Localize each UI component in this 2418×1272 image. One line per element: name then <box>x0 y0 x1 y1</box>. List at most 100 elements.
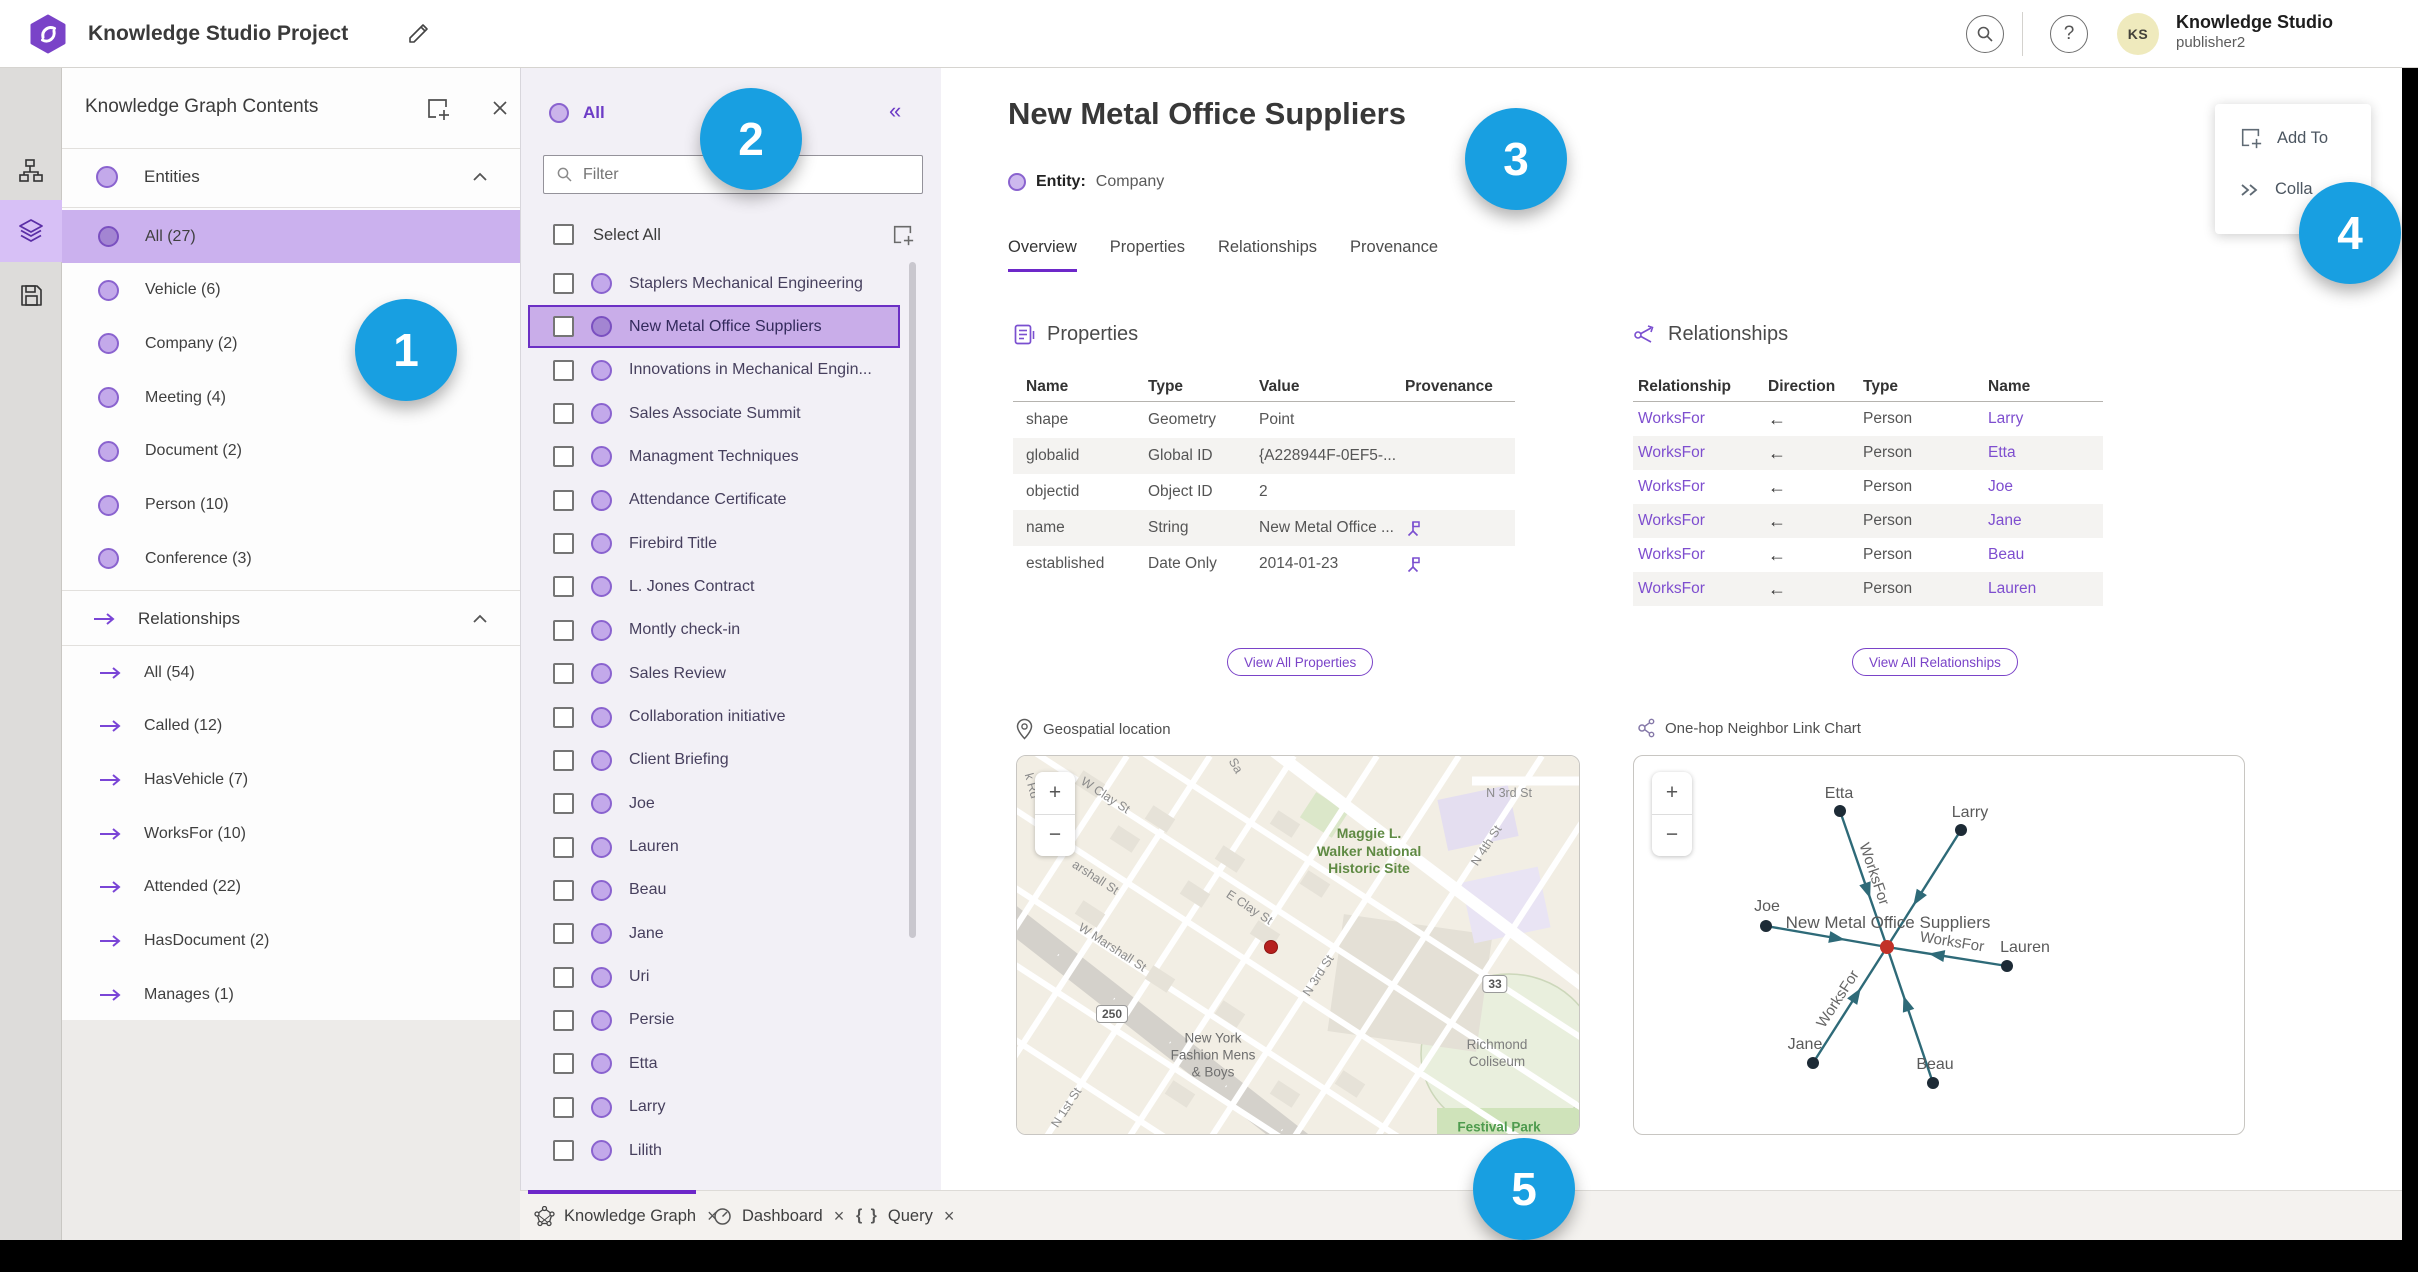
entity-list-item[interactable]: Collaboration initiative <box>521 696 942 739</box>
entity-list-item[interactable]: Staplers Mechanical Engineering <box>521 262 942 305</box>
relationships-item[interactable]: Manages (1) <box>62 968 520 1021</box>
entity-list-item[interactable]: Sales Review <box>521 652 942 695</box>
detail-tab-properties[interactable]: Properties <box>1110 238 1185 272</box>
collapse-panel-icon[interactable]: « <box>889 98 901 124</box>
item-checkbox[interactable] <box>553 489 574 511</box>
relationship-link[interactable]: WorksFor <box>1638 580 1768 598</box>
relationships-item[interactable]: All (54) <box>62 646 520 699</box>
entity-list-item[interactable]: Jane <box>521 912 942 955</box>
zoom-in-button[interactable]: + <box>1035 772 1075 815</box>
item-checkbox[interactable] <box>553 1009 574 1031</box>
relationships-item[interactable]: HasDocument (2) <box>62 915 520 968</box>
entity-list-item[interactable]: Beau <box>521 869 942 912</box>
entity-list-item[interactable]: Managment Techniques <box>521 435 942 478</box>
name-link[interactable]: Lauren <box>1988 580 2108 598</box>
item-checkbox[interactable] <box>553 879 574 901</box>
item-checkbox[interactable] <box>553 403 574 425</box>
relationship-link[interactable]: WorksFor <box>1638 444 1768 462</box>
close-tab-icon[interactable]: × <box>944 1206 955 1227</box>
item-checkbox[interactable] <box>553 663 574 685</box>
relationships-item[interactable]: WorksFor (10) <box>62 807 520 860</box>
close-tab-icon[interactable]: × <box>834 1206 845 1227</box>
bottom-tab-dashboard[interactable]: Dashboard × <box>712 1203 844 1229</box>
item-checkbox[interactable] <box>553 359 574 381</box>
view-all-properties-button[interactable]: View All Properties <box>1227 648 1374 676</box>
chart-zoom-control[interactable]: + − <box>1652 772 1692 856</box>
entity-list-item[interactable]: Persie <box>521 999 942 1042</box>
entities-item[interactable]: Meeting (4) <box>62 371 520 424</box>
collapse-chevron-icon[interactable] <box>472 614 488 624</box>
detail-tab-overview[interactable]: Overview <box>1008 238 1077 272</box>
name-link[interactable]: Etta <box>1988 444 2108 462</box>
detail-tab-provenance[interactable]: Provenance <box>1350 238 1438 272</box>
contents-rail-button-active[interactable] <box>0 200 62 262</box>
name-link[interactable]: Jane <box>1988 512 2108 530</box>
view-all-relationships-button[interactable]: View All Relationships <box>1852 648 2018 676</box>
item-checkbox[interactable] <box>553 576 574 598</box>
relationships-section-header[interactable]: Relationships <box>62 591 520 647</box>
close-panel-icon[interactable] <box>490 98 510 118</box>
entity-list-item[interactable]: Innovations in Mechanical Engin... <box>521 349 942 392</box>
item-checkbox[interactable] <box>553 706 574 728</box>
select-all-checkbox[interactable] <box>553 224 574 245</box>
entity-list-item[interactable]: New Metal Office Suppliers <box>528 305 900 349</box>
entity-list-item[interactable]: Firebird Title <box>521 522 942 565</box>
link-chart-node-label[interactable]: Joe <box>1754 898 1780 916</box>
item-checkbox[interactable] <box>553 273 574 294</box>
relationship-link[interactable]: WorksFor <box>1638 478 1768 496</box>
data-model-rail-button[interactable] <box>0 140 62 202</box>
add-to-new-icon[interactable] <box>425 96 451 122</box>
list-scrollbar[interactable] <box>909 262 916 938</box>
search-button[interactable] <box>1966 15 2004 53</box>
entity-list-item[interactable]: Montly check-in <box>521 609 942 652</box>
entities-item[interactable]: Vehicle (6) <box>62 264 520 317</box>
geospatial-map[interactable]: + − k Rd W Clay St Sa arshall St W Marshall … <box>1016 755 1580 1135</box>
collapse-chevron-icon[interactable] <box>472 172 488 182</box>
entity-list-item[interactable]: Attendance Certificate <box>521 479 942 522</box>
item-checkbox[interactable] <box>553 923 574 945</box>
link-chart-node-label[interactable]: Lauren <box>2000 939 2050 957</box>
relationships-item[interactable]: Attended (22) <box>62 861 520 914</box>
name-link[interactable]: Joe <box>1988 478 2108 496</box>
entity-list-item[interactable]: Etta <box>521 1042 942 1085</box>
entities-item[interactable]: Person (10) <box>62 479 520 532</box>
item-checkbox[interactable] <box>553 533 574 555</box>
entity-list-item[interactable]: Sales Associate Summit <box>521 392 942 435</box>
save-rail-button[interactable] <box>0 264 62 326</box>
item-checkbox[interactable] <box>553 966 574 988</box>
relationships-item[interactable]: Called (12) <box>62 700 520 753</box>
link-chart-node-label[interactable]: Etta <box>1825 785 1853 803</box>
add-to-new-icon[interactable] <box>891 223 915 247</box>
one-hop-link-chart[interactable]: + − Etta Larry Joe Lauren Jane Beau New Metal … <box>1633 755 2245 1135</box>
entity-list-item[interactable]: Client Briefing <box>521 739 942 782</box>
bottom-tab-query[interactable]: { } Query × <box>856 1203 954 1229</box>
item-checkbox[interactable] <box>553 749 574 771</box>
item-checkbox[interactable] <box>553 316 574 338</box>
item-checkbox[interactable] <box>553 1096 574 1118</box>
bottom-tab-knowledge-graph[interactable]: Knowledge Graph × <box>534 1203 718 1229</box>
entity-list-item[interactable]: L. Jones Contract <box>521 565 942 608</box>
entities-item[interactable]: Document (2) <box>62 425 520 478</box>
link-chart-node-label[interactable]: Beau <box>1916 1056 1953 1074</box>
relationships-item[interactable]: HasVehicle (7) <box>62 753 520 806</box>
map-zoom-control[interactable]: + − <box>1035 772 1075 856</box>
item-checkbox[interactable] <box>553 619 574 641</box>
entity-list-item[interactable]: Larry <box>521 1086 942 1129</box>
relationship-link[interactable]: WorksFor <box>1638 546 1768 564</box>
relationship-link[interactable]: WorksFor <box>1638 410 1768 428</box>
entities-section-header[interactable]: Entities <box>62 149 520 205</box>
entities-item[interactable]: All (27) <box>62 210 520 263</box>
name-link[interactable]: Larry <box>1988 410 2108 428</box>
entity-list-item[interactable]: Joe <box>521 782 942 825</box>
zoom-out-button[interactable]: − <box>1652 815 1692 857</box>
link-chart-node-label[interactable]: Jane <box>1788 1036 1823 1054</box>
add-to-menu-item[interactable]: Add To <box>2239 126 2328 150</box>
item-checkbox[interactable] <box>553 836 574 858</box>
collapse-menu-item[interactable]: Colla <box>2239 180 2313 199</box>
provenance-flag-icon[interactable] <box>1405 519 1422 537</box>
help-button[interactable]: ? <box>2050 15 2088 53</box>
detail-tab-relationships[interactable]: Relationships <box>1218 238 1317 272</box>
entities-item[interactable]: Conference (3) <box>62 532 520 585</box>
item-checkbox[interactable] <box>553 1053 574 1075</box>
name-link[interactable]: Beau <box>1988 546 2108 564</box>
